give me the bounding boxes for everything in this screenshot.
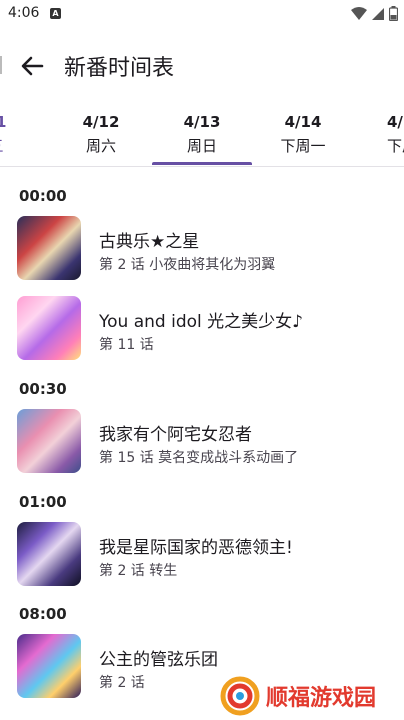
anime-thumbnail	[17, 409, 81, 473]
tab-weekday: 下周一	[280, 137, 326, 155]
anime-title: 我是星际国家的恶德领主!	[99, 538, 293, 558]
notification-icon: A	[50, 8, 61, 19]
time-header: 01:00	[19, 493, 67, 511]
arrow-left-icon	[21, 56, 44, 76]
tab-day[interactable]: 4/ 下周	[345, 112, 404, 156]
episode-info: 第 2 话	[99, 675, 145, 691]
status-time: 4:06	[8, 5, 40, 21]
anime-thumbnail	[17, 216, 81, 280]
episode-info: 第 11 话	[99, 337, 154, 353]
anime-thumbnail	[17, 522, 81, 586]
anime-title: 古典乐★之星	[99, 232, 200, 252]
tab-weekday: 下周	[387, 137, 404, 155]
tab-day-selected[interactable]: 4/13 周日	[152, 112, 252, 156]
status-bar: 4:06 A	[0, 0, 404, 28]
tab-date: 4/14	[284, 113, 322, 131]
schedule-list[interactable]: 00:00 古典乐★之星 第 2 话 小夜曲将其化为羽翼 You and ido…	[0, 168, 404, 720]
back-button[interactable]	[16, 50, 48, 82]
app-bar: 新番时间表	[0, 28, 404, 100]
date-tabs: 11 五 4/12 周六 4/13 周日 4/14 下周一 4/ 下周	[0, 104, 404, 167]
anime-title: You and idol 光之美少女♪	[99, 312, 303, 332]
tab-weekday: 周日	[186, 137, 217, 155]
tab-date: 4/	[387, 113, 403, 131]
episode-info: 第 15 话 莫名变成战斗系动画了	[99, 450, 299, 466]
tab-date: 4/12	[82, 113, 120, 131]
anime-thumbnail	[17, 296, 81, 360]
tab-day[interactable]: 4/12 周六	[51, 112, 151, 156]
tab-day[interactable]: 11 五	[0, 112, 46, 156]
anime-title: 我家有个阿宅女忍者	[99, 425, 252, 445]
episode-info: 第 2 话 转生	[99, 563, 178, 579]
time-header: 00:30	[19, 380, 67, 398]
time-header: 00:00	[19, 187, 67, 205]
status-icons	[351, 6, 398, 21]
watermark: 顺福游戏园	[220, 672, 404, 720]
tab-weekday: 五	[0, 136, 46, 156]
battery-icon	[389, 6, 398, 21]
anime-title: 公主的管弦乐团	[99, 650, 218, 670]
tab-date: 4/13	[183, 113, 221, 131]
watermark-logo-icon	[220, 676, 260, 716]
tab-day[interactable]: 4/14 下周一	[253, 112, 353, 156]
signal-icon	[372, 7, 384, 20]
anime-thumbnail	[17, 634, 81, 698]
page-title: 新番时间表	[64, 56, 175, 81]
watermark-text: 顺福游戏园	[266, 686, 377, 711]
tab-weekday: 周六	[85, 137, 116, 155]
tab-date: 11	[0, 112, 46, 132]
tab-indicator	[152, 162, 252, 165]
time-header: 08:00	[19, 605, 67, 623]
episode-info: 第 2 话 小夜曲将其化为羽翼	[99, 257, 276, 273]
wifi-icon	[351, 6, 367, 20]
